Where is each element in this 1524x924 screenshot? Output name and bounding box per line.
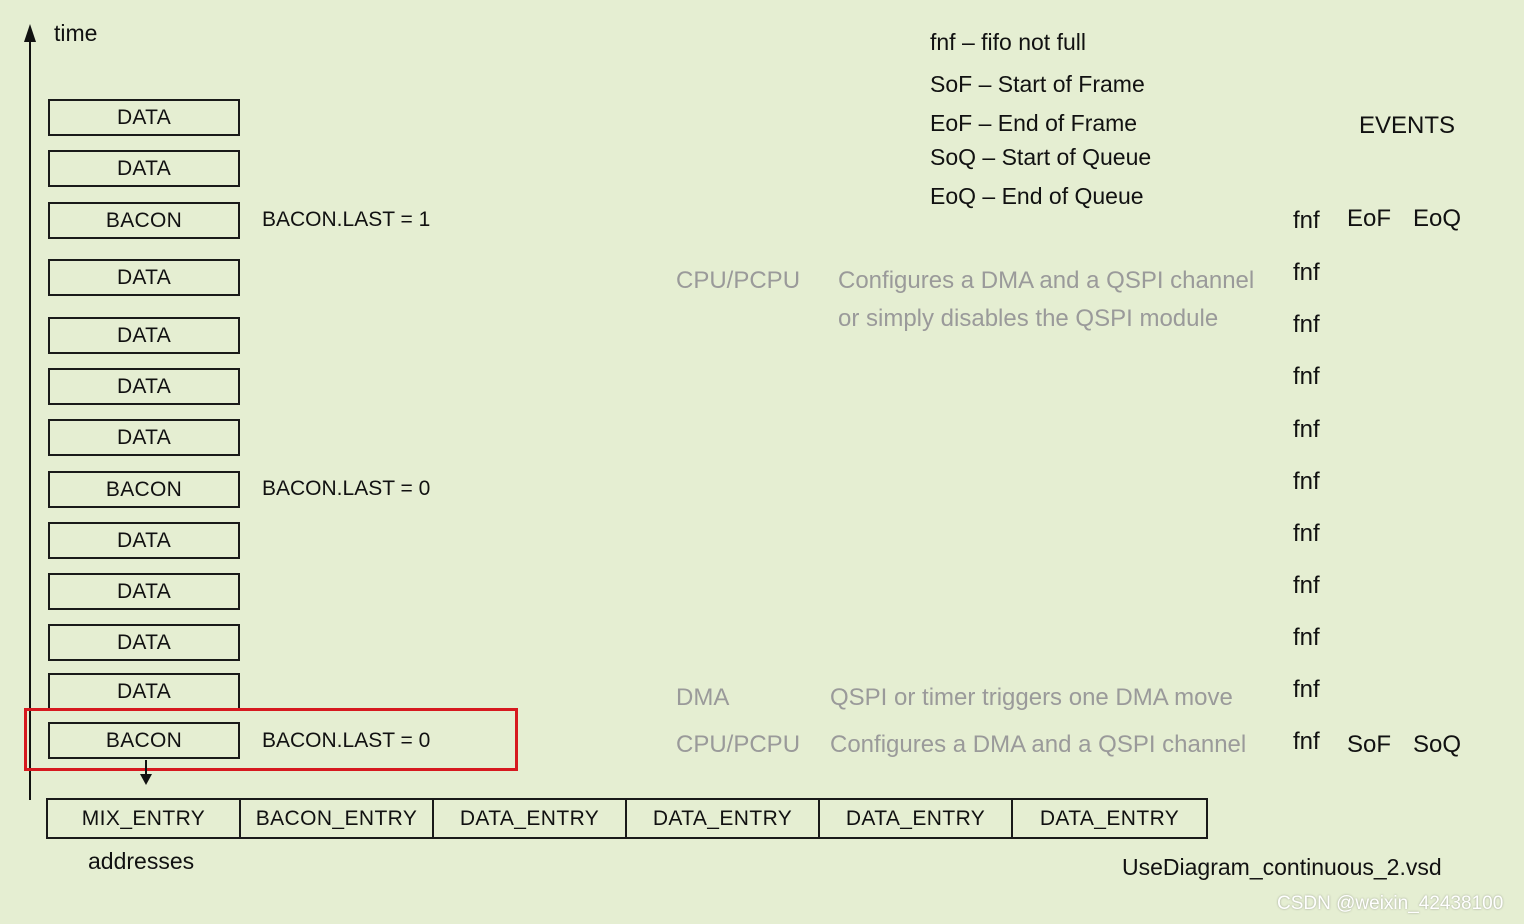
bacon-last-note: BACON.LAST = 0: [262, 477, 431, 500]
event-fnf: fnf: [1293, 728, 1320, 755]
time-axis-label: time: [54, 20, 98, 46]
action-actor: DMA: [676, 684, 730, 711]
legend-item: fnf – fifo not full: [930, 29, 1086, 55]
action-text: QSPI or timer triggers one DMA move: [830, 684, 1233, 711]
legend-item: SoF – Start of Frame: [930, 71, 1145, 97]
stack-box: DATA: [48, 150, 240, 187]
address-cell: MIX_ENTRY: [48, 800, 241, 837]
address-cell: DATA_ENTRY: [627, 800, 820, 837]
legend-item: EoF – End of Frame: [930, 110, 1138, 136]
stack-box: DATA: [48, 419, 240, 456]
address-cell: DATA_ENTRY: [1039, 806, 1180, 830]
event-sof: SoF: [1347, 731, 1392, 758]
event-fnf: fnf: [1293, 311, 1320, 338]
event-fnf: fnf: [1293, 676, 1320, 703]
event-fnf: fnf: [1293, 572, 1320, 599]
bacon-last-note: BACON.LAST = 1: [262, 208, 431, 231]
action-text: or simply disables the QSPI module: [838, 305, 1219, 332]
event-fnf: fnf: [1293, 624, 1320, 651]
stack-box: DATA: [48, 624, 240, 661]
highlight-box: [24, 708, 518, 771]
event-fnf: fnf: [1293, 259, 1320, 286]
event-eof: EoF: [1347, 205, 1392, 232]
addresses-label: addresses: [88, 848, 195, 874]
stack-box: DATA: [48, 673, 240, 710]
event-fnf: fnf: [1293, 363, 1320, 390]
stack-box: DATA: [48, 573, 240, 610]
action-text: Configures a DMA and a QSPI channel: [838, 267, 1255, 294]
filename-label: UseDiagram_continuous_2.vsd: [1122, 854, 1442, 880]
legend-item: EoQ – End of Queue: [930, 183, 1144, 209]
stack-box: BACON: [48, 471, 240, 508]
down-arrow-icon: [140, 760, 152, 785]
event-fnf: fnf: [1293, 468, 1320, 495]
events-header: EVENTS: [1359, 112, 1456, 139]
address-row: MIX_ENTRY BACON_ENTRY DATA_ENTRY DATA_EN…: [46, 798, 1208, 839]
address-cell: DATA_ENTRY: [434, 800, 627, 837]
watermark: CSDN @weixin_42438100: [1277, 893, 1504, 914]
event-fnf: fnf: [1293, 520, 1320, 547]
up-arrow-icon: [24, 24, 36, 42]
stack-box: BACON: [48, 202, 240, 239]
stack-box: DATA: [48, 368, 240, 405]
stack-box: DATA: [48, 99, 240, 136]
stack-box: DATA: [48, 259, 240, 296]
event-fnf: fnf: [1293, 416, 1320, 443]
stack-box: DATA: [48, 522, 240, 559]
stack-box: DATA: [48, 317, 240, 354]
event-eoq: EoQ: [1413, 205, 1462, 232]
action-text: Configures a DMA and a QSPI channel: [830, 731, 1247, 758]
event-fnf: fnf: [1293, 207, 1320, 234]
event-soq: SoQ: [1413, 731, 1462, 758]
legend-item: SoQ – Start of Queue: [930, 144, 1152, 170]
address-cell: DATA_ENTRY: [820, 800, 1013, 837]
action-actor: CPU/PCPU: [676, 267, 801, 294]
address-cell: BACON_ENTRY: [241, 800, 434, 837]
action-actor: CPU/PCPU: [676, 731, 801, 758]
